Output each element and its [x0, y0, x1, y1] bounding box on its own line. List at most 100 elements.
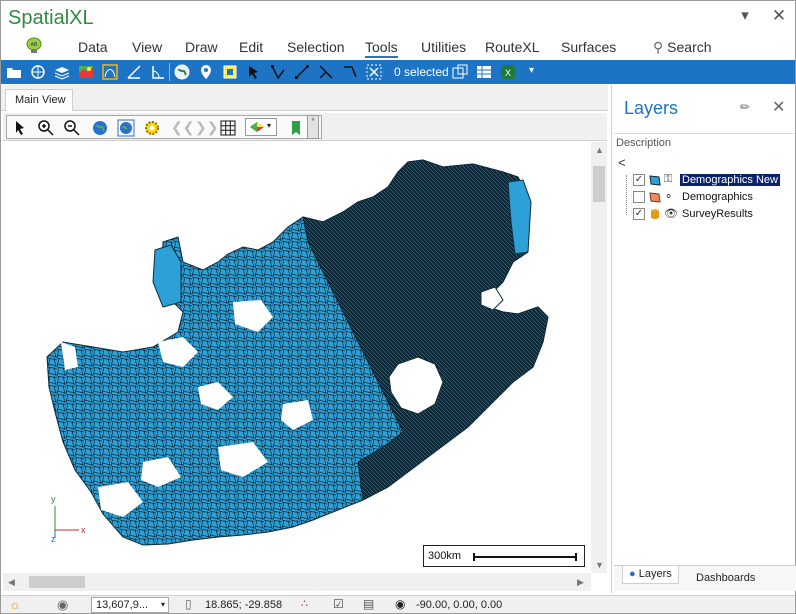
eye-icon: 👁: [664, 208, 678, 220]
layers-icon[interactable]: [53, 63, 71, 81]
globe-icon: ●: [629, 568, 636, 580]
dropdown-icon[interactable]: ▾: [735, 6, 755, 26]
chevron-down-icon: ▾: [160, 600, 165, 609]
scale-bar-line: [473, 553, 577, 561]
split-tool-icon[interactable]: [293, 63, 311, 81]
next-extent-icon[interactable]: ❯❯: [195, 119, 218, 137]
snap-icon[interactable]: ∴: [301, 597, 317, 613]
layer-visibility-checkbox[interactable]: [633, 191, 645, 203]
toolbar-overflow-icon[interactable]: ▾: [529, 65, 547, 83]
tab-routexl[interactable]: RouteXL: [485, 39, 539, 55]
map-canvas[interactable]: y x z 300km: [3, 142, 590, 573]
horizontal-scrollbar[interactable]: ◀ ▶: [3, 573, 591, 591]
comment-icon[interactable]: ▤: [363, 597, 379, 613]
pin-panel-icon[interactable]: ✏: [740, 100, 750, 114]
tab-dashboards[interactable]: Dashboards: [696, 572, 755, 584]
horizontal-scroll-thumb[interactable]: [29, 576, 85, 588]
vertical-scroll-thumb[interactable]: [593, 166, 605, 202]
tab-edit[interactable]: Edit: [239, 39, 263, 55]
pin-icon[interactable]: [197, 63, 215, 81]
scale-combo[interactable]: 13,607,9... ▾: [91, 597, 169, 613]
pointer-icon[interactable]: [11, 119, 29, 137]
lightbulb-icon[interactable]: ☼: [9, 597, 25, 613]
tab-data[interactable]: Data: [78, 39, 108, 55]
excel-export-icon[interactable]: X: [499, 63, 517, 81]
back-icon[interactable]: <: [618, 155, 626, 170]
tab-surfaces[interactable]: Surfaces: [561, 39, 616, 55]
bezier-icon[interactable]: [101, 63, 119, 81]
scroll-down-icon[interactable]: ▼: [595, 560, 604, 570]
layers-panel-title: Layers: [624, 98, 679, 118]
chevron-down-icon: ▾: [267, 121, 272, 130]
zoom-in-icon[interactable]: [37, 119, 55, 137]
frame-icon[interactable]: [221, 63, 239, 81]
axis-x-label: x: [81, 525, 86, 535]
layer-item-demographics[interactable]: ⚬ Demographics: [612, 190, 796, 206]
layer-item-surveyresults[interactable]: ✓ 👁 SurveyResults: [612, 207, 796, 223]
search-icon: ⚲: [653, 39, 664, 55]
globe-scale-icon: ◉: [57, 597, 69, 612]
select-pointer-icon[interactable]: [245, 63, 263, 81]
quick-toolbar: 0 selected X ▾: [1, 60, 795, 84]
grid-icon[interactable]: [219, 119, 237, 137]
map-tools-group: ❮❮ ❯❯ ▾: [6, 115, 322, 139]
globe-settings-icon[interactable]: [29, 63, 47, 81]
scroll-left-icon[interactable]: ◀: [8, 577, 15, 588]
tab-selection[interactable]: Selection: [287, 39, 345, 55]
basemap-dropdown[interactable]: ▾: [245, 118, 277, 136]
close-panel-icon[interactable]: ✕: [772, 97, 785, 117]
layer-label: SurveyResults: [682, 208, 753, 220]
globe-icon[interactable]: [173, 63, 191, 81]
bookmark-icon[interactable]: [287, 119, 305, 137]
toolbar-grip[interactable]: *: [307, 115, 319, 139]
tab-layers[interactable]: ● Layers: [622, 566, 679, 584]
layers-panel: Layers ✏ ✕ Description < ✓ ⚿ Demographic…: [611, 85, 796, 593]
scale-bar: 300km: [423, 545, 585, 567]
app-menu-icon[interactable]: AB: [23, 37, 45, 55]
previous-extent-icon[interactable]: ❮❮: [171, 119, 194, 137]
vertical-scrollbar[interactable]: ▲ ▼: [591, 142, 607, 573]
layer-extent-icon[interactable]: [117, 119, 135, 137]
tab-utilities[interactable]: Utilities: [421, 39, 466, 55]
full-extent-icon[interactable]: [91, 119, 109, 137]
attribute-table-icon[interactable]: [475, 63, 493, 81]
axis-gizmo: y x z: [51, 494, 86, 544]
glasses-icon: ⚿: [664, 173, 673, 185]
tab-draw[interactable]: Draw: [185, 39, 218, 55]
merge-tool-icon[interactable]: [317, 63, 335, 81]
zoom-out-icon[interactable]: [63, 119, 81, 137]
close-window-button[interactable]: ✕: [769, 6, 789, 26]
map-icon[interactable]: [77, 63, 95, 81]
axis-z-label: z: [51, 534, 56, 544]
scroll-right-icon[interactable]: ▶: [577, 577, 584, 588]
tab-main-view[interactable]: Main View: [5, 89, 73, 111]
svg-text:X: X: [505, 68, 511, 78]
tab-view[interactable]: View: [132, 39, 162, 55]
toolbar-separator: [169, 63, 170, 81]
search-label: Search: [667, 39, 712, 55]
layers-column-header[interactable]: Description: [614, 133, 794, 153]
view-angles: -90.00, 0.00, 0.00: [416, 599, 503, 611]
app-window: SpatialXL ▾ ✕ AB Data View Draw Edit Sel…: [0, 0, 796, 614]
angle-tool-icon[interactable]: [149, 63, 167, 81]
layer-label: Demographics New: [680, 174, 780, 186]
axis-y-label: y: [51, 494, 56, 504]
search-button[interactable]: ⚲ Search: [653, 39, 712, 56]
measure-icon[interactable]: [125, 63, 143, 81]
view-eye-icon: ◉: [395, 597, 406, 611]
reshape-tool-icon[interactable]: [341, 63, 359, 81]
zoom-selection-icon[interactable]: [451, 63, 469, 81]
layer-item-demographics-new[interactable]: ✓ ⚿ Demographics New: [612, 173, 796, 189]
south-africa-map[interactable]: y x z: [3, 142, 590, 573]
clear-selection-icon[interactable]: [365, 63, 383, 81]
tab-tools[interactable]: Tools: [365, 39, 398, 58]
node-edit-icon[interactable]: [269, 63, 287, 81]
basemap-icon: [250, 122, 264, 132]
settings-gear-icon[interactable]: [143, 119, 161, 137]
scroll-up-icon[interactable]: ▲: [595, 145, 604, 155]
layer-visibility-checkbox[interactable]: ✓: [633, 174, 645, 186]
lock-icon[interactable]: ☑: [333, 597, 349, 613]
polygon-layer-icon: [649, 175, 661, 186]
open-folder-icon[interactable]: [5, 63, 23, 81]
layer-visibility-checkbox[interactable]: ✓: [633, 208, 645, 220]
